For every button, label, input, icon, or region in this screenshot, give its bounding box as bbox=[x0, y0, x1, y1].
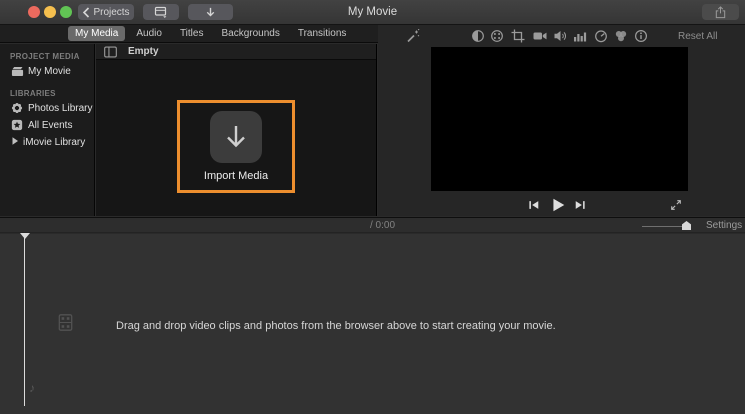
tab-titles[interactable]: Titles bbox=[173, 26, 211, 41]
zoom-window-button[interactable] bbox=[60, 6, 72, 18]
browser-header: Empty bbox=[96, 44, 376, 60]
imovie-window: My Movie Projects My Media Audio Titles bbox=[0, 0, 745, 414]
clip-filter-icon[interactable] bbox=[614, 29, 628, 43]
timeline-toolbar: / 0:00 Settings bbox=[0, 217, 745, 233]
libraries-sidebar: PROJECT MEDIA My Movie LIBRARIES Photos … bbox=[0, 44, 95, 216]
noise-equalizer-icon[interactable] bbox=[573, 29, 587, 43]
color-balance-icon[interactable] bbox=[471, 29, 485, 43]
libraries-header: LIBRARIES bbox=[10, 89, 56, 98]
title-bar: My Movie Projects bbox=[0, 0, 745, 25]
tab-transitions[interactable]: Transitions bbox=[291, 26, 354, 41]
browser-status-label: Empty bbox=[128, 46, 159, 57]
crop-icon[interactable] bbox=[511, 29, 525, 43]
minimize-window-button[interactable] bbox=[44, 6, 56, 18]
clip-zoom-slider-thumb[interactable] bbox=[682, 221, 691, 230]
timeline-pane[interactable]: Drag and drop video clips and photos fro… bbox=[0, 233, 745, 414]
media-browser-icon bbox=[154, 5, 168, 19]
playhead-marker[interactable] bbox=[20, 233, 30, 239]
projects-button-label: Projects bbox=[93, 6, 130, 18]
media-browser-pane: Empty Import Media bbox=[96, 44, 377, 216]
viewer-pane: Reset All bbox=[378, 25, 745, 216]
sidebar-item-my-movie[interactable]: My Movie bbox=[0, 63, 94, 80]
sidebar-item-photos-library[interactable]: Photos Library bbox=[0, 100, 94, 117]
next-frame-button[interactable] bbox=[574, 199, 586, 211]
clapper-icon bbox=[11, 65, 24, 78]
import-media-button[interactable] bbox=[210, 111, 262, 163]
volume-icon[interactable] bbox=[553, 29, 567, 43]
previous-frame-button[interactable] bbox=[528, 199, 540, 211]
timeline-settings-button[interactable]: Settings bbox=[706, 220, 742, 231]
import-media-label: Import Media bbox=[203, 170, 269, 182]
playhead-line bbox=[24, 237, 25, 406]
speed-icon[interactable] bbox=[594, 29, 608, 43]
star-square-icon bbox=[11, 119, 24, 132]
reset-all-button[interactable]: Reset All bbox=[678, 31, 717, 42]
disclosure-triangle-icon bbox=[11, 136, 19, 149]
close-window-button[interactable] bbox=[28, 6, 40, 18]
project-media-header: PROJECT MEDIA bbox=[10, 52, 80, 61]
video-preview[interactable] bbox=[431, 47, 688, 191]
timeline-hint-text: Drag and drop video clips and photos fro… bbox=[116, 320, 556, 332]
stabilization-icon[interactable] bbox=[533, 29, 547, 43]
tab-audio[interactable]: Audio bbox=[129, 26, 169, 41]
sidebar-item-label: iMovie Library bbox=[23, 137, 86, 148]
tab-backgrounds[interactable]: Backgrounds bbox=[214, 26, 286, 41]
share-button[interactable] bbox=[702, 4, 739, 20]
photos-flower-icon bbox=[11, 102, 24, 115]
play-button[interactable] bbox=[550, 197, 566, 213]
back-chevron-icon bbox=[82, 6, 90, 18]
clip-info-icon[interactable] bbox=[634, 29, 648, 43]
color-correction-icon[interactable] bbox=[490, 29, 504, 43]
music-note-icon: ♪ bbox=[29, 381, 35, 395]
share-icon bbox=[714, 5, 727, 19]
sidebar-item-label: My Movie bbox=[28, 66, 71, 77]
import-media-highlight: Import Media bbox=[177, 100, 295, 193]
sidebar-item-label: Photos Library bbox=[28, 103, 93, 114]
sidebar-item-all-events[interactable]: All Events bbox=[0, 117, 94, 134]
import-media-toolbar-button[interactable] bbox=[188, 4, 233, 20]
sidebar-item-imovie-library[interactable]: iMovie Library bbox=[0, 134, 94, 151]
media-tab-bar: My Media Audio Titles Backgrounds Transi… bbox=[0, 25, 378, 43]
tab-my-media[interactable]: My Media bbox=[68, 26, 126, 41]
download-arrow-icon bbox=[204, 6, 217, 19]
back-to-projects-button[interactable]: Projects bbox=[78, 4, 134, 20]
download-arrow-icon bbox=[223, 123, 249, 151]
sidebar-item-label: All Events bbox=[28, 120, 73, 131]
fullscreen-icon[interactable] bbox=[670, 199, 682, 211]
media-browser-button[interactable] bbox=[143, 4, 179, 20]
filmstrip-placeholder-icon bbox=[58, 314, 73, 331]
sidebar-toggle-icon[interactable] bbox=[104, 46, 117, 58]
enhance-wand-icon[interactable] bbox=[406, 29, 420, 43]
project-duration: / 0:00 bbox=[370, 220, 396, 231]
